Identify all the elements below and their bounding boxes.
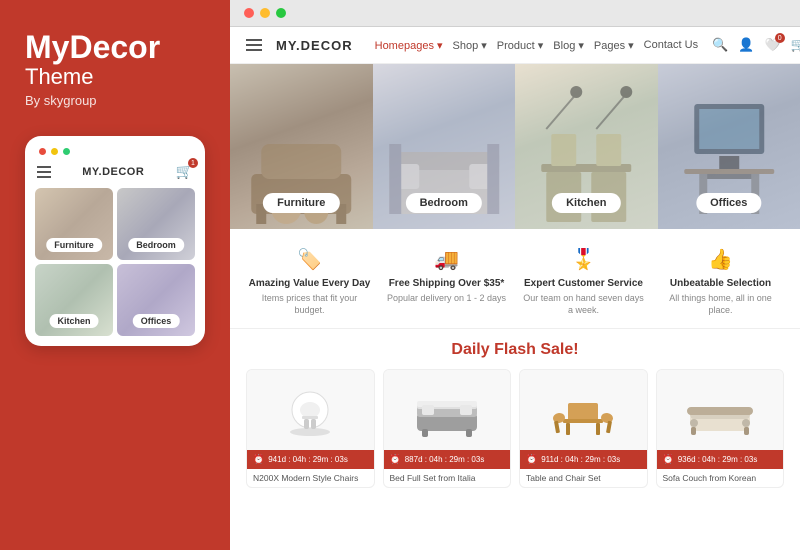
mobile-mockup: MY.DECOR 🛒 1 Furniture Bedroom Kitchen O… — [25, 136, 205, 346]
nav-link-product[interactable]: Product ▾ — [497, 39, 544, 52]
feature-service: 🎖️ Expert Customer Service Our team on h… — [520, 247, 647, 316]
mobile-nav: MY.DECOR 🛒 1 — [35, 163, 195, 180]
brand-by: By skygroup — [25, 93, 205, 108]
nav-link-blog[interactable]: Blog ▾ — [553, 39, 584, 52]
wishlist-icon[interactable]: 🤍 0 — [764, 37, 780, 53]
features-row: 🏷️ Amazing Value Every Day Items prices … — [230, 229, 800, 329]
flash-sale-section: Daily Flash Sale! ⏰ — [230, 329, 800, 496]
nav-link-contact[interactable]: Contact Us — [644, 39, 698, 52]
product-timer-2: ⏰ 911d : 04h : 29m : 03s — [520, 450, 647, 469]
product-timer-1: ⏰ 887d : 04h : 29m : 03s — [384, 450, 511, 469]
product-card-1[interactable]: ⏰ 887d : 04h : 29m : 03s Bed Full Set fr… — [383, 369, 512, 488]
selection-icon: 👍 — [708, 247, 733, 272]
user-icon[interactable]: 👤 — [738, 37, 754, 53]
timer-icon-2: ⏰ — [526, 454, 537, 465]
nav-link-homepages[interactable]: Homepages ▾ — [375, 39, 443, 52]
hero-label-bedroom: Bedroom — [406, 193, 482, 213]
products-grid: ⏰ 941d : 04h : 29m : 03s N200X Modern St… — [246, 369, 784, 488]
left-panel: MyDecor Theme By skygroup MY.DECOR 🛒 1 F… — [0, 0, 230, 550]
hero-label-furniture: Furniture — [263, 193, 339, 213]
product-timer-3: ⏰ 936d : 04h : 29m : 03s — [657, 450, 784, 469]
mobile-cell-furniture[interactable]: Furniture — [35, 188, 113, 260]
product-img-0 — [247, 370, 374, 450]
hero-category-grid: Furniture Bedroom — [230, 64, 800, 229]
mobile-label-bedroom: Bedroom — [128, 238, 184, 252]
mobile-logo: MY.DECOR — [82, 166, 144, 178]
mobile-cell-offices[interactable]: Offices — [117, 264, 195, 336]
feature-desc-selection: All things home, all in one place. — [657, 293, 784, 316]
mobile-dot-red — [39, 148, 46, 155]
product-name-0: N200X Modern Style Chairs — [247, 469, 374, 487]
mobile-cart-badge: 1 — [188, 158, 198, 168]
brand-block: MyDecor Theme By skygroup — [25, 30, 205, 108]
timer-icon-0: ⏰ — [253, 454, 264, 465]
nav-link-shop[interactable]: Shop ▾ — [453, 39, 487, 52]
product-img-1 — [384, 370, 511, 450]
feature-desc-service: Our team on hand seven days a week. — [520, 293, 647, 316]
right-panel: MY.DECOR Homepages ▾ Shop ▾ Product ▾ Bl… — [230, 0, 800, 550]
mobile-category-grid: Furniture Bedroom Kitchen Offices — [35, 188, 195, 336]
mobile-cell-bedroom[interactable]: Bedroom — [117, 188, 195, 260]
product-timer-text-1: 887d : 04h : 29m : 03s — [405, 455, 485, 464]
site-nav: MY.DECOR Homepages ▾ Shop ▾ Product ▾ Bl… — [230, 27, 800, 64]
nav-hamburger-icon[interactable] — [246, 39, 262, 51]
browser-dot-yellow[interactable] — [260, 8, 270, 18]
product-timer-text-3: 936d : 04h : 29m : 03s — [678, 455, 758, 464]
feature-title-service: Expert Customer Service — [524, 278, 643, 289]
hero-cell-furniture[interactable]: Furniture — [230, 64, 373, 229]
mobile-dots — [35, 148, 195, 155]
product-img-2 — [520, 370, 647, 450]
mobile-dot-yellow — [51, 148, 58, 155]
shipping-icon: 🚚 — [434, 247, 459, 272]
timer-icon-3: ⏰ — [663, 454, 674, 465]
timer-icon-1: ⏰ — [390, 454, 401, 465]
cart-icon[interactable]: 🛒 0 — [791, 37, 800, 53]
product-timer-text-2: 911d : 04h : 29m : 03s — [541, 455, 620, 464]
brand-title: MyDecor — [25, 30, 205, 65]
feature-title-selection: Unbeatable Selection — [670, 278, 771, 289]
website-content: MY.DECOR Homepages ▾ Shop ▾ Product ▾ Bl… — [230, 27, 800, 550]
search-icon[interactable]: 🔍 — [712, 37, 728, 53]
browser-chrome — [230, 0, 800, 27]
product-timer-0: ⏰ 941d : 04h : 29m : 03s — [247, 450, 374, 469]
nav-link-pages[interactable]: Pages ▾ — [594, 39, 634, 52]
browser-dot-red[interactable] — [244, 8, 254, 18]
mobile-label-kitchen: Kitchen — [49, 314, 98, 328]
nav-links: Homepages ▾ Shop ▾ Product ▾ Blog ▾ Page… — [375, 39, 698, 52]
mobile-cell-kitchen[interactable]: Kitchen — [35, 264, 113, 336]
value-icon: 🏷️ — [297, 247, 322, 272]
product-card-0[interactable]: ⏰ 941d : 04h : 29m : 03s N200X Modern St… — [246, 369, 375, 488]
product-name-1: Bed Full Set from Italia — [384, 469, 511, 487]
hero-cell-offices[interactable]: Offices — [658, 64, 800, 229]
hero-label-kitchen: Kitchen — [552, 193, 620, 213]
mobile-label-offices: Offices — [133, 314, 180, 328]
product-card-3[interactable]: ⏰ 936d : 04h : 29m : 03s Sofa Couch from… — [656, 369, 785, 488]
mobile-dot-green — [63, 148, 70, 155]
product-name-3: Sofa Couch from Korean — [657, 469, 784, 487]
nav-icons: 🔍 👤 🤍 0 🛒 0 — [712, 37, 800, 53]
hero-label-offices: Offices — [696, 193, 761, 213]
feature-selection: 👍 Unbeatable Selection All things home, … — [657, 247, 784, 316]
product-timer-text-0: 941d : 04h : 29m : 03s — [268, 455, 348, 464]
feature-title-shipping: Free Shipping Over $35* — [389, 278, 505, 289]
product-img-3 — [657, 370, 784, 450]
browser-dot-green[interactable] — [276, 8, 286, 18]
service-icon: 🎖️ — [571, 247, 596, 272]
feature-desc-value: Items prices that fit your budget. — [246, 293, 373, 316]
feature-desc-shipping: Popular delivery on 1 - 2 days — [387, 293, 506, 305]
mobile-hamburger-icon[interactable] — [37, 166, 51, 178]
hero-cell-bedroom[interactable]: Bedroom — [373, 64, 516, 229]
product-card-2[interactable]: ⏰ 911d : 04h : 29m : 03s Table and Chair… — [519, 369, 648, 488]
feature-value: 🏷️ Amazing Value Every Day Items prices … — [246, 247, 373, 316]
brand-subtitle: Theme — [25, 65, 205, 89]
hero-cell-kitchen[interactable]: Kitchen — [515, 64, 658, 229]
mobile-label-furniture: Furniture — [46, 238, 102, 252]
feature-title-value: Amazing Value Every Day — [249, 278, 371, 289]
wishlist-badge: 0 — [775, 33, 785, 43]
product-name-2: Table and Chair Set — [520, 469, 647, 487]
mobile-cart-icon[interactable]: 🛒 1 — [176, 163, 193, 180]
flash-sale-title: Daily Flash Sale! — [246, 341, 784, 359]
nav-logo: MY.DECOR — [276, 38, 353, 53]
feature-shipping: 🚚 Free Shipping Over $35* Popular delive… — [383, 247, 510, 316]
